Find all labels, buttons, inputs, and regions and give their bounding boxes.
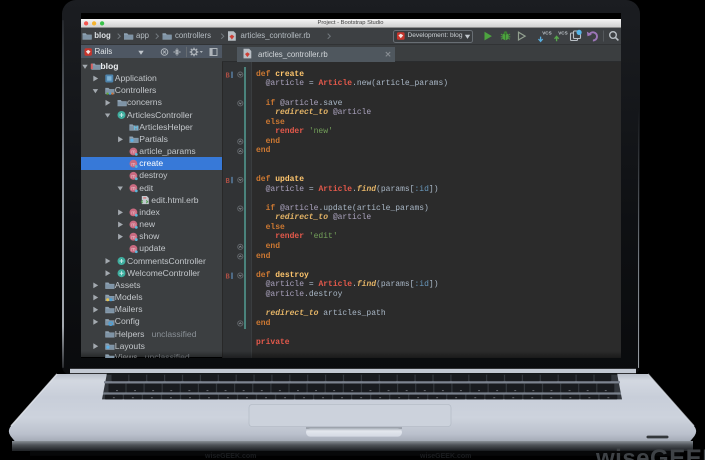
svg-text:wiseGEEK.com: wiseGEEK.com [204, 453, 256, 460]
svg-text:wiseGEEK: wiseGEEK [595, 445, 705, 460]
svg-text:wiseGEEK.com: wiseGEEK.com [419, 453, 471, 460]
